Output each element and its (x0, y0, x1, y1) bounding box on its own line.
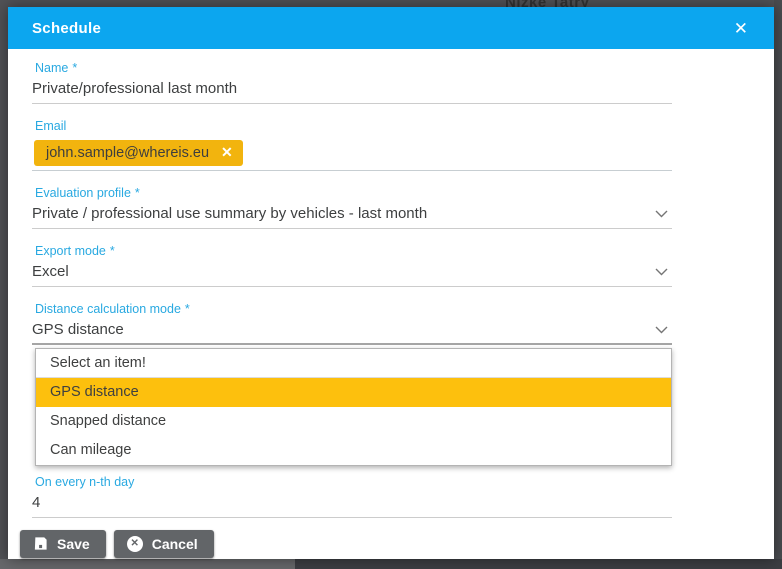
nth-day-field: On every n-th day 4 (32, 476, 672, 518)
close-icon[interactable]: ✕ (730, 18, 752, 39)
evaluation-profile-select[interactable]: Private / professional use summary by ve… (32, 205, 672, 229)
required-asterisk: * (185, 303, 190, 316)
dialog-header: Schedule ✕ (8, 7, 774, 49)
email-chip-text: john.sample@whereis.eu (46, 145, 209, 161)
backdrop-bottom-right (295, 559, 782, 569)
nth-day-label: On every n-th day (32, 476, 672, 489)
required-asterisk: * (110, 245, 115, 258)
email-input[interactable]: john.sample@whereis.eu ✕ (32, 138, 672, 171)
nth-day-input[interactable]: 4 (32, 494, 672, 518)
evaluation-profile-label: Evaluation profile* (32, 187, 672, 200)
backdrop-bottom-left (0, 559, 295, 569)
email-label: Email (32, 120, 672, 133)
backdrop-right-strip (774, 0, 782, 569)
chevron-down-icon (655, 268, 668, 276)
required-asterisk: * (135, 187, 140, 200)
export-mode-label: Export mode* (32, 245, 672, 258)
dialog-title: Schedule (32, 20, 101, 37)
dropdown-option-can-mileage[interactable]: Can mileage (36, 436, 671, 465)
dropdown-option-placeholder[interactable]: Select an item! (36, 349, 671, 378)
distance-mode-field: Distance calculation mode* GPS distance (32, 303, 672, 345)
chevron-down-icon (655, 326, 668, 334)
distance-mode-label: Distance calculation mode* (32, 303, 672, 316)
dialog-actions: Save ✕ Cancel (20, 530, 774, 558)
schedule-dialog: Schedule ✕ Name* Private/professional la… (8, 7, 774, 559)
distance-mode-dropdown: Select an item! GPS distance Snapped dis… (35, 348, 672, 466)
dropdown-option-snapped-distance[interactable]: Snapped distance (36, 407, 671, 436)
dropdown-option-gps-distance[interactable]: GPS distance (36, 378, 671, 407)
chevron-down-icon (655, 210, 668, 218)
email-chip[interactable]: john.sample@whereis.eu ✕ (34, 140, 243, 166)
distance-mode-select[interactable]: GPS distance (32, 321, 672, 345)
evaluation-profile-field: Evaluation profile* Private / profession… (32, 187, 672, 229)
export-mode-field: Export mode* Excel (32, 245, 672, 287)
save-button[interactable]: Save (20, 530, 106, 558)
cancel-icon: ✕ (127, 536, 143, 552)
email-field: Email john.sample@whereis.eu ✕ (32, 120, 672, 171)
name-input[interactable]: Private/professional last month (32, 80, 672, 104)
chip-remove-icon[interactable]: ✕ (221, 144, 233, 161)
export-mode-select[interactable]: Excel (32, 263, 672, 287)
save-icon (33, 536, 48, 551)
required-asterisk: * (72, 62, 77, 75)
cancel-button[interactable]: ✕ Cancel (114, 530, 214, 558)
dialog-body: Name* Private/professional last month Em… (8, 49, 774, 559)
name-field: Name* Private/professional last month (32, 62, 672, 104)
name-label: Name* (32, 62, 672, 75)
